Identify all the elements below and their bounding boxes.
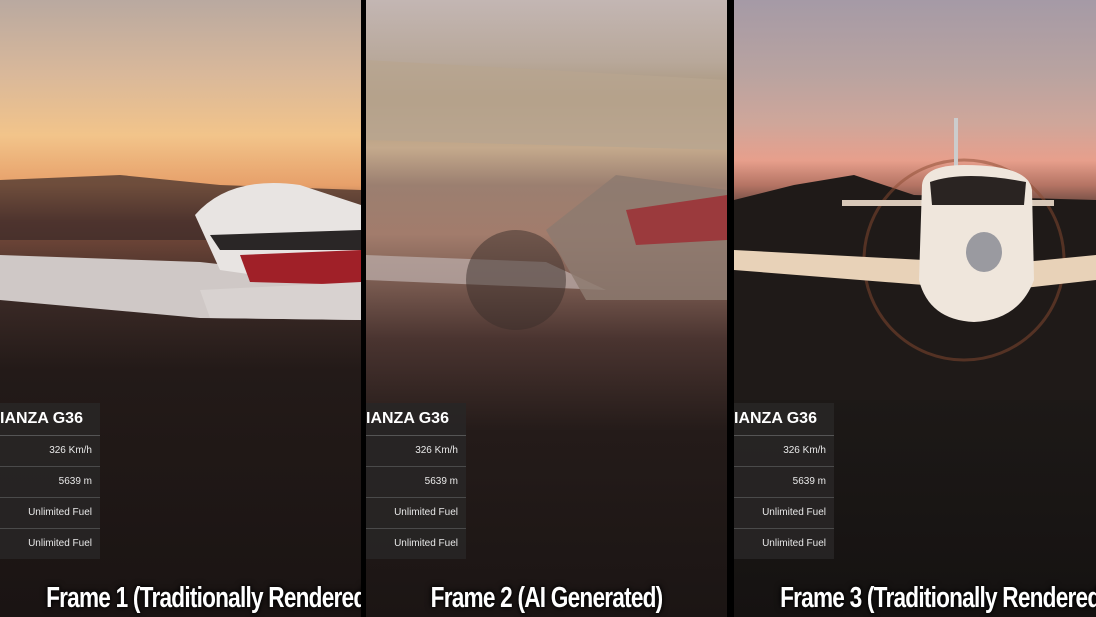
fuel-readout: Unlimited Fuel [0, 498, 100, 529]
aircraft-info-panel: IANZA G36 326 Km/h 5639 m Unlimited Fuel… [734, 403, 834, 559]
speed-readout: 326 Km/h [734, 436, 834, 467]
fuel-readout: Unlimited Fuel [394, 538, 458, 549]
speed-readout: 326 Km/h [366, 436, 466, 467]
aircraft-info-panel: IANZA G36 326 Km/h 5639 m Unlimited Fuel… [366, 403, 466, 559]
distorted-airplane-image [366, 60, 727, 330]
frame-1-panel: IANZA G36 326 Km/h 5639 m Unlimited Fuel… [0, 0, 361, 617]
frame-caption: Frame 2 (AI Generated) [430, 582, 664, 614]
fuel-readout: Unlimited Fuel [366, 498, 466, 529]
altitude-readout: 5639 m [366, 467, 466, 498]
fuel-readout: Unlimited Fuel [762, 538, 826, 549]
fuel-readout: Unlimited Fuel [734, 498, 834, 529]
frame-caption: Frame 1 (Traditionally Rendered) [46, 582, 361, 614]
fuel-readout: Unlimited Fuel [28, 538, 92, 549]
frame-3-panel: IANZA G36 326 Km/h 5639 m Unlimited Fuel… [734, 0, 1096, 617]
aircraft-name: IANZA G36 [366, 403, 466, 436]
airplane-image [734, 118, 1096, 400]
airplane-image [0, 175, 361, 320]
altitude-readout: 5639 m [734, 467, 834, 498]
frame-2-panel: IANZA G36 326 Km/h 5639 m Unlimited Fuel… [366, 0, 727, 617]
aircraft-name: IANZA G36 [734, 403, 834, 436]
aircraft-info-panel: IANZA G36 326 Km/h 5639 m Unlimited Fuel… [0, 403, 100, 559]
aircraft-name: IANZA G36 [0, 403, 100, 436]
frame-caption: Frame 3 (Traditionally Rendered) [780, 582, 1096, 614]
speed-readout: 326 Km/h [0, 436, 100, 467]
altitude-readout: 5639 m [0, 467, 100, 498]
